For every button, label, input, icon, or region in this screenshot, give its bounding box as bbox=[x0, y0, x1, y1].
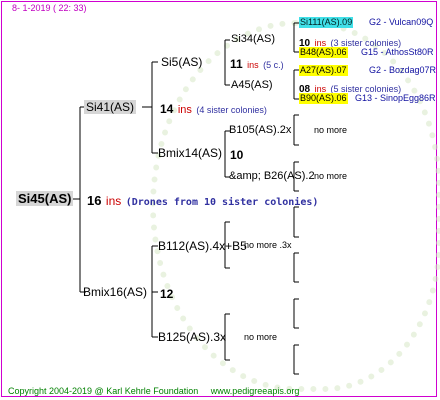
b48-drone: B48(AS).06 bbox=[299, 47, 348, 58]
dam-sire-drone: Bmix14(AS) bbox=[158, 146, 223, 160]
root-note: (Drones from 10 sister colonies) bbox=[125, 197, 319, 208]
a45-queen: A45(AS) bbox=[231, 79, 273, 91]
b90-drone: B90(AS).06 bbox=[299, 93, 348, 104]
root-ins: ins bbox=[105, 194, 122, 208]
dam-queen: Si41(AS) bbox=[84, 100, 137, 114]
dam-sire-info: 10 bbox=[230, 147, 243, 163]
dam-sire-number: 10 bbox=[230, 148, 244, 162]
dam-note: (4 sister colonies) bbox=[196, 105, 267, 115]
si111-queen: Si111(AS).09 bbox=[299, 17, 354, 28]
si111-origin: G2 - Vulcan09Q bbox=[369, 17, 434, 27]
sire-sire-queen: B125(AS).3x bbox=[158, 330, 227, 344]
website-link[interactable]: www.pedigreeapis.org bbox=[211, 386, 300, 396]
b48-origin: G15 - AthosSt80R bbox=[361, 47, 434, 57]
a27-queen: A27(AS).07 bbox=[299, 65, 348, 76]
dam-dam-note: (5 c.) bbox=[263, 60, 284, 70]
sire-dam-queen: B112(AS).4x+B5 bbox=[158, 239, 247, 253]
dam-dam-number: 11 bbox=[230, 57, 243, 71]
sire-sire-nomore: no more bbox=[244, 332, 278, 342]
dam-dam-queen: Si5(AS) bbox=[161, 55, 203, 69]
dam-dam-info: 11 ins (5 c.) bbox=[230, 56, 284, 72]
sire-drone: Bmix16(AS) bbox=[83, 285, 148, 299]
copyright-text: Copyright 2004-2019 @ Karl Kehrle Founda… bbox=[8, 386, 199, 396]
b90-origin: G13 - SinopEgg86R bbox=[355, 93, 436, 103]
b105-queen: B105(AS).2x bbox=[229, 124, 292, 136]
date-header: 8- 1-2019 ( 22: 33) bbox=[12, 3, 87, 13]
a27-origin: G2 - Bozdag07R bbox=[369, 65, 437, 75]
sire-number: 12 bbox=[160, 287, 174, 301]
root-queen: Si45(AS) bbox=[16, 191, 74, 206]
dam-ins: ins bbox=[177, 104, 192, 116]
b26-queen: &amp; B26(AS).2 bbox=[229, 170, 315, 182]
si34-queen: Si34(AS) bbox=[231, 33, 276, 45]
footer: Copyright 2004-2019 @ Karl Kehrle Founda… bbox=[8, 387, 299, 396]
b26-nomore: no more bbox=[314, 171, 348, 181]
dam-dam-ins: ins bbox=[247, 60, 259, 70]
b105-nomore: no more bbox=[314, 125, 348, 135]
dam-info: 14 ins (4 sister colonies) bbox=[160, 101, 267, 117]
dam-number: 14 bbox=[160, 102, 174, 116]
sire-info: 12 bbox=[160, 286, 173, 302]
root-info: 16 ins (Drones from 10 sister colonies) bbox=[87, 193, 318, 209]
root-number: 16 bbox=[87, 193, 102, 208]
sire-dam-nomore: no more .3x bbox=[244, 240, 292, 250]
